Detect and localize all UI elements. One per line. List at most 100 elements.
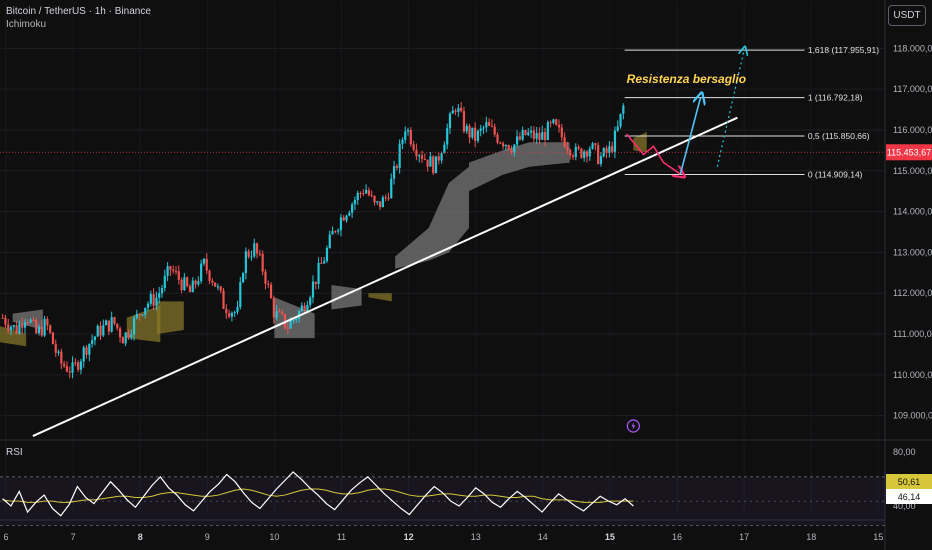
candle-body xyxy=(345,215,348,221)
candle-body xyxy=(127,332,130,338)
candle-body xyxy=(68,371,71,373)
candle-body xyxy=(339,217,343,231)
candle-body xyxy=(591,143,594,149)
cloud-segment xyxy=(156,301,184,335)
candle-body xyxy=(485,122,488,128)
candle-body xyxy=(46,318,49,326)
price-tick-label: 118.000,00 xyxy=(893,43,932,53)
candle-body xyxy=(599,156,603,164)
candle-body xyxy=(281,311,284,315)
candle-body xyxy=(286,327,289,329)
candle-body xyxy=(571,155,575,157)
candle-body xyxy=(71,362,74,373)
candle-body xyxy=(538,132,541,140)
chart-canvas[interactable]: 1,618 (117.955,91) 1 (116.792,18) 0,5 (115… xyxy=(0,0,932,550)
time-tick-label: 9 xyxy=(205,532,210,542)
candle-body xyxy=(132,317,136,335)
candle-body xyxy=(54,344,57,353)
candle-body xyxy=(527,132,530,135)
rsi-tick-label: 80,00 xyxy=(893,447,916,457)
candle-body xyxy=(177,271,180,280)
resistance-annotation: Resistenza bersaglio xyxy=(627,72,746,86)
candle-body xyxy=(32,319,35,321)
cloud-segment xyxy=(468,142,570,192)
candle-body xyxy=(479,128,482,131)
candle-body xyxy=(244,251,247,274)
candle-body xyxy=(569,149,572,156)
candle-body xyxy=(521,130,524,140)
candle-body xyxy=(188,286,192,293)
candle-body xyxy=(233,312,236,314)
candle-body xyxy=(236,307,239,313)
candle-body xyxy=(460,107,463,112)
candle-body xyxy=(401,139,404,144)
current-price-label: 115.453,67 xyxy=(887,147,931,157)
candle-body xyxy=(328,234,331,248)
candle-body xyxy=(172,269,175,272)
candle-body xyxy=(180,279,183,291)
price-tick-label: 110.000,00 xyxy=(893,370,932,380)
candle-body xyxy=(292,319,295,321)
candle-body xyxy=(174,271,178,273)
rsi-ma-value: 50,61 xyxy=(898,477,921,487)
candle-body xyxy=(163,275,166,289)
candle-body xyxy=(152,294,155,306)
candle-body xyxy=(51,332,55,345)
candle-body xyxy=(566,147,569,150)
price-tick-label: 117.000,00 xyxy=(893,84,932,94)
candle-body xyxy=(370,195,373,197)
price-tick-label: 112.000,00 xyxy=(893,288,932,298)
candle-body xyxy=(507,144,510,150)
candle-body xyxy=(261,254,264,272)
candle-body xyxy=(289,320,292,329)
candle-body xyxy=(278,311,281,313)
candle-body xyxy=(135,313,138,318)
candle-body xyxy=(29,319,32,323)
candle-body xyxy=(169,266,172,270)
candle-body xyxy=(373,195,376,203)
candle-body xyxy=(529,130,533,133)
candle-body xyxy=(23,321,27,328)
candle-body xyxy=(65,366,69,372)
candle-body xyxy=(107,320,110,332)
candle-body xyxy=(471,127,474,138)
price-tick-label: 114.000,00 xyxy=(893,207,932,217)
candle-body xyxy=(250,256,253,258)
candle-body xyxy=(493,126,496,135)
candle-body xyxy=(323,261,326,264)
candle-body xyxy=(241,273,245,283)
candle-body xyxy=(563,137,566,148)
candle-body xyxy=(384,197,387,199)
candle-body xyxy=(588,148,591,157)
time-tick-label: 17 xyxy=(739,532,749,542)
candle-body xyxy=(295,318,298,320)
candle-body xyxy=(429,156,432,167)
candle-body xyxy=(462,111,466,132)
candle-body xyxy=(35,320,38,334)
candle-body xyxy=(457,107,460,112)
candle-body xyxy=(580,148,583,158)
price-tick-label: 111.000,00 xyxy=(893,329,932,339)
candle-body xyxy=(392,165,396,179)
candle-body xyxy=(398,143,401,168)
candle-body xyxy=(451,110,454,114)
candle-body xyxy=(552,119,555,124)
candle-body xyxy=(197,281,200,285)
candle-body xyxy=(613,130,617,152)
candle-body xyxy=(325,247,329,262)
candle-body xyxy=(149,294,152,304)
candle-body xyxy=(124,332,127,344)
candle-body xyxy=(146,303,150,308)
candle-body xyxy=(49,325,52,333)
time-tick-label: 18 xyxy=(806,532,816,542)
candle-body xyxy=(311,281,315,298)
candle-body xyxy=(186,277,189,287)
candle-body xyxy=(216,286,220,288)
price-tick-label: 113.000,00 xyxy=(893,247,932,257)
candle-body xyxy=(88,343,91,355)
candle-body xyxy=(144,307,147,315)
fib-label: 1 (116.792,18) xyxy=(808,93,863,103)
candle-body xyxy=(7,324,10,331)
currency-selector[interactable]: USDT xyxy=(888,5,926,26)
time-tick-label: 8 xyxy=(138,532,143,542)
